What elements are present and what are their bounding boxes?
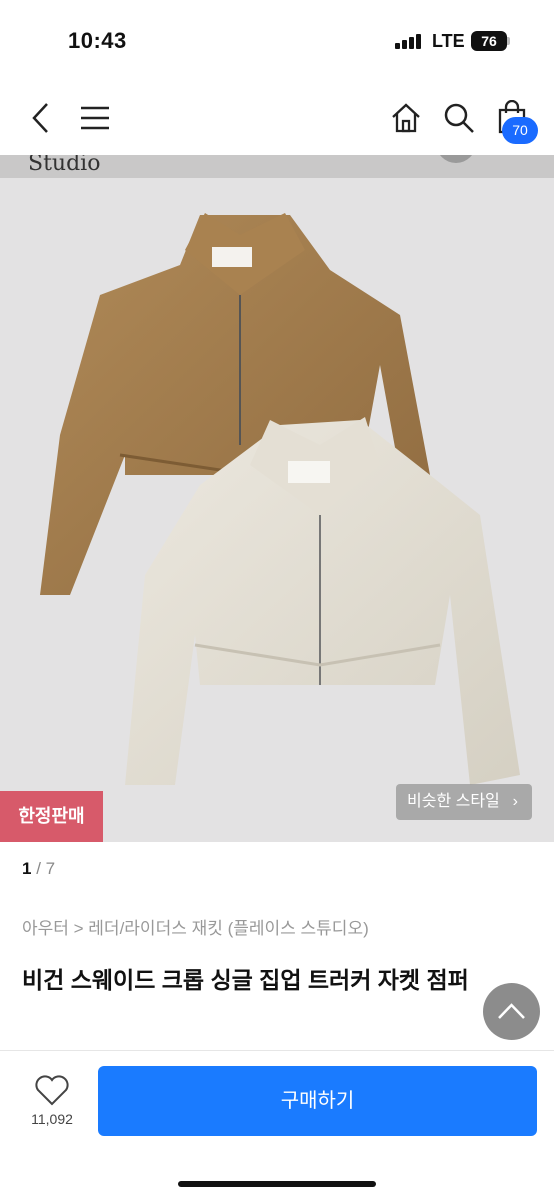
search-icon[interactable] bbox=[443, 102, 475, 134]
signal-icon bbox=[395, 33, 425, 49]
scroll-to-top-button[interactable] bbox=[483, 983, 540, 1040]
home-icon[interactable] bbox=[390, 102, 422, 134]
buy-button[interactable]: 구매하기 bbox=[98, 1066, 537, 1136]
chevron-up-icon bbox=[498, 1003, 525, 1019]
category-breadcrumb[interactable]: 아우터 > 레더/라이더스 재킷 (플레이스 스튜디오) bbox=[22, 914, 369, 939]
status-time: 10:43 bbox=[68, 28, 127, 53]
battery-tip bbox=[507, 37, 510, 45]
limited-sale-badge: 한정판매 bbox=[0, 791, 103, 842]
like-count: 11,092 bbox=[31, 1111, 73, 1127]
similar-style-button[interactable]: 비슷한 스타일 › bbox=[396, 784, 532, 820]
home-indicator bbox=[178, 1181, 376, 1187]
product-image-carousel[interactable]: Studio 비슷한 스타일 › bbox=[0, 155, 554, 842]
back-icon[interactable] bbox=[28, 100, 56, 136]
product-title: 비건 스웨이드 크롭 싱글 집업 트러커 자켓 점퍼 bbox=[22, 967, 469, 993]
menu-icon[interactable] bbox=[80, 104, 110, 132]
pager-separator: / bbox=[36, 859, 46, 878]
chevron-right-icon: › bbox=[512, 793, 518, 810]
network-label: LTE bbox=[432, 31, 465, 51]
similar-style-label: 비슷한 스타일 bbox=[407, 793, 500, 810]
pager-total: 7 bbox=[45, 859, 56, 878]
image-pager: 1 / 7 bbox=[22, 859, 55, 879]
cart-count-badge[interactable]: 70 bbox=[502, 117, 538, 144]
jacket-photo bbox=[40, 213, 520, 785]
pager-current: 1 bbox=[22, 859, 32, 878]
battery-icon: 76 bbox=[471, 31, 507, 51]
status-bar: 10:43 LTE 76 bbox=[0, 0, 554, 80]
heart-icon[interactable] bbox=[34, 1075, 70, 1107]
